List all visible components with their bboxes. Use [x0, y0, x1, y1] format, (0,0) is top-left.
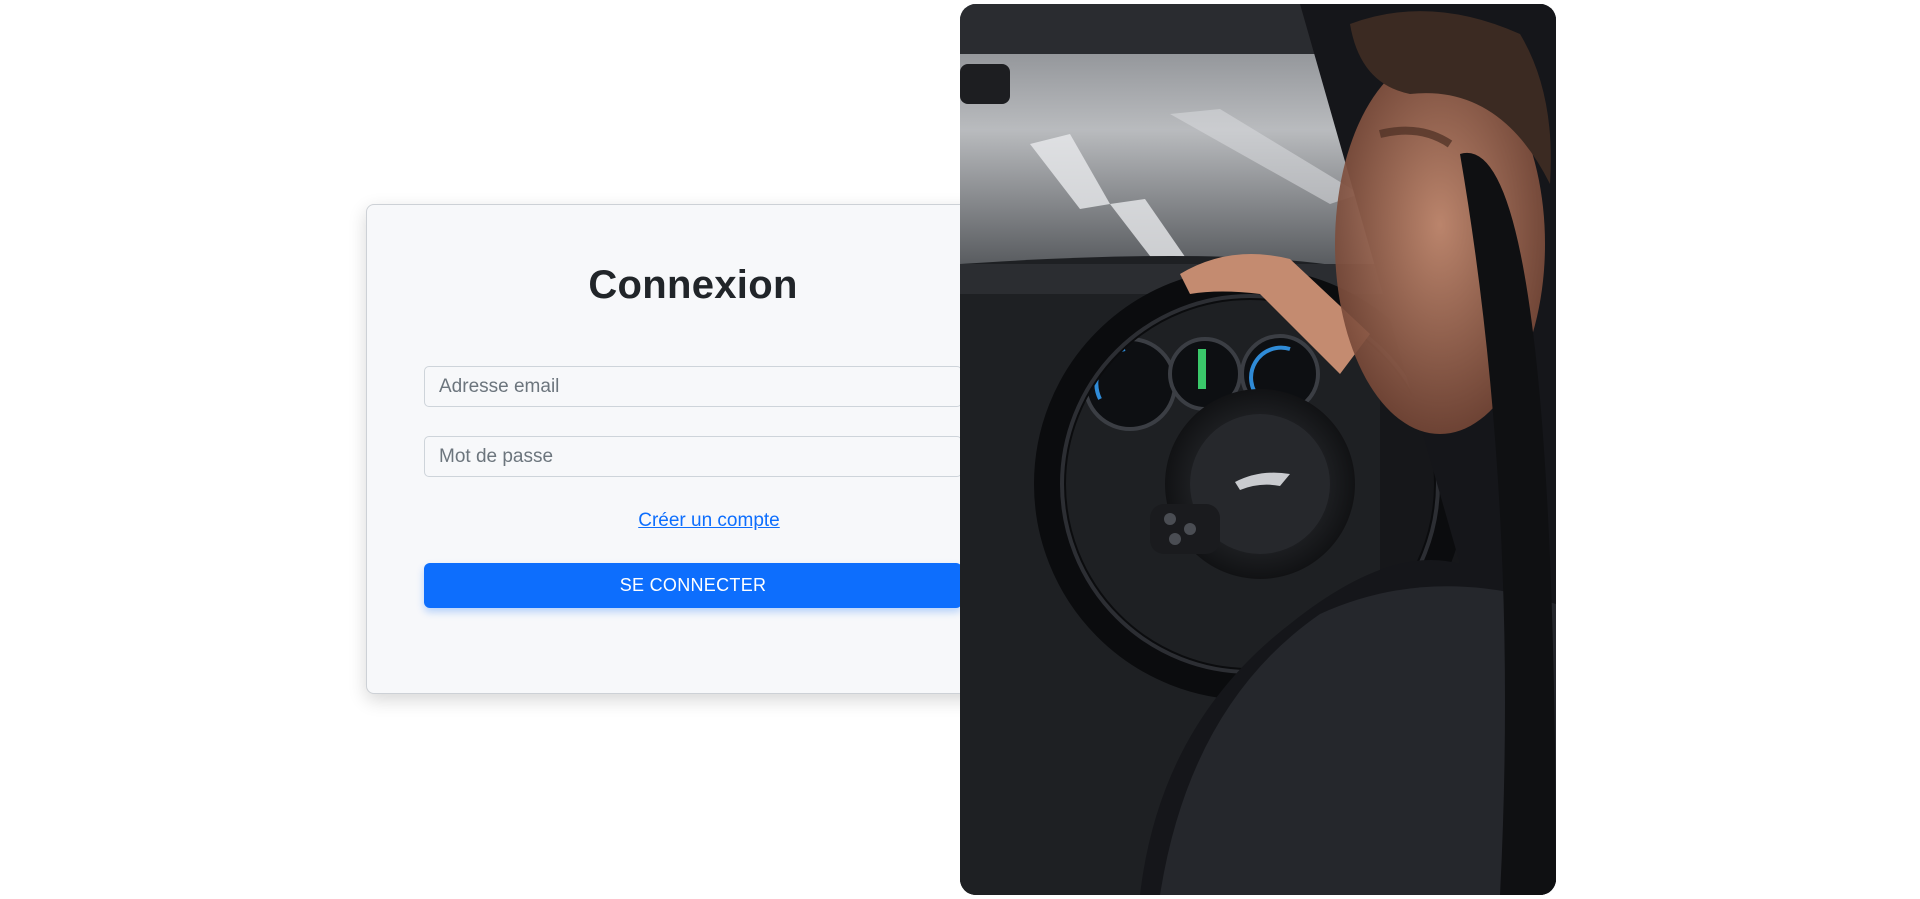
login-page: Connexion Créer un compte SE CONNECTER	[0, 0, 1920, 899]
create-account-link[interactable]: Créer un compte	[367, 510, 1021, 532]
driver-photo	[960, 4, 1556, 895]
email-field[interactable]	[424, 366, 962, 407]
login-button[interactable]: SE CONNECTER	[424, 563, 962, 608]
password-field[interactable]	[424, 436, 962, 477]
page-title: Connexion	[588, 263, 798, 307]
login-card: Connexion Créer un compte SE CONNECTER	[366, 204, 1020, 694]
driver-photo-illustration	[960, 4, 1556, 895]
